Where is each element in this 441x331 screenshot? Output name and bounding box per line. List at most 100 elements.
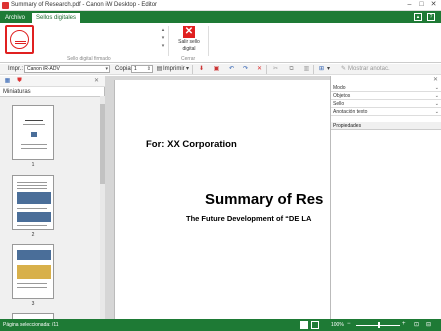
close-panel-icon[interactable]: ✕ bbox=[432, 77, 439, 84]
thumbnail-panel-header: ▦ ⛊ ✕ bbox=[0, 76, 105, 87]
chevron-down-icon: ⌄ bbox=[434, 101, 439, 107]
gallery-scroll[interactable]: ▴ ▾ ▾ bbox=[160, 26, 166, 52]
doc-subtitle: The Future Development of “DE LA bbox=[186, 214, 312, 223]
ribbon: ▴ ▾ ▾ Sello digital firmado ✕ Salir sello … bbox=[0, 23, 441, 63]
section-label: Objetos bbox=[333, 93, 351, 99]
paste-icon[interactable]: ▥ bbox=[303, 66, 310, 73]
thumbnail-list: 1 2 3 bbox=[0, 96, 100, 319]
printer-icon: ▤ bbox=[156, 66, 163, 72]
document-view[interactable]: For: XX Corporation Summary of Res The F… bbox=[105, 76, 330, 319]
ribbon-tab-bar: Archivo Sellos digitales ▴ ? bbox=[0, 11, 441, 23]
redo-icon[interactable]: ↷ bbox=[242, 66, 249, 73]
title-bar: Summary of Research.pdf - Canon iW Deskt… bbox=[0, 0, 441, 11]
tab-sellos-digitales[interactable]: Sellos digitales bbox=[32, 13, 81, 23]
chevron-down-icon: ▾ bbox=[105, 66, 108, 72]
app-icon bbox=[2, 2, 9, 9]
help-icon[interactable]: ? bbox=[427, 13, 435, 21]
section-anotacion-texto[interactable]: Anotación texto ⌄ bbox=[331, 108, 441, 116]
thumbnail-number: 3 bbox=[31, 301, 35, 307]
thumbnail-page-2[interactable] bbox=[12, 175, 54, 230]
thumb-image bbox=[17, 250, 51, 260]
printer-select[interactable]: Canon iR-ADV ▾ bbox=[24, 65, 110, 73]
toolbar-divider bbox=[192, 65, 193, 74]
group-divider bbox=[208, 26, 209, 56]
close-group-label: Cerrar bbox=[181, 56, 196, 62]
minimize-button[interactable]: – bbox=[405, 1, 414, 9]
thumb-line bbox=[17, 225, 47, 226]
thumb-line bbox=[25, 120, 43, 121]
print-button[interactable]: Imprimir bbox=[163, 66, 185, 73]
doc-recipient: For: XX Corporation bbox=[146, 139, 237, 150]
properties-panel: ✕ Modo ⌄ Objetos ⌄ Sello ⌄ Anotación texto ⌄… bbox=[330, 76, 441, 319]
section-label: Sello bbox=[333, 101, 345, 107]
view-dropdown-icon[interactable]: ▾ bbox=[325, 66, 332, 73]
single-page-view-icon[interactable] bbox=[300, 321, 308, 329]
stamp-list-icon[interactable]: ⛊ bbox=[16, 78, 23, 85]
show-annotations-toggle[interactable]: Mostrar anotac. bbox=[348, 66, 390, 73]
zoom-level: 100% bbox=[331, 322, 344, 328]
two-page-view-icon[interactable] bbox=[311, 321, 319, 329]
thumb-line bbox=[17, 287, 47, 288]
fit-page-icon[interactable]: ⊡ bbox=[414, 321, 419, 328]
thumb-line bbox=[21, 144, 47, 145]
thumb-image bbox=[17, 212, 51, 222]
close-window-button[interactable]: ✕ bbox=[429, 1, 438, 9]
stepper-icon: ⇕ bbox=[146, 66, 151, 72]
thumb-line bbox=[23, 124, 45, 125]
chevron-down-icon: ⌄ bbox=[434, 109, 439, 115]
thumbnail-page-1[interactable] bbox=[12, 105, 54, 160]
group-divider bbox=[168, 26, 169, 56]
exit-stamp-label-1: Salir sello bbox=[178, 39, 200, 45]
exit-digital-stamp-button[interactable]: ✕ Salir sello digital bbox=[175, 26, 203, 52]
printer-value: Canon iR-ADV bbox=[27, 66, 60, 72]
thumb-image bbox=[17, 192, 51, 204]
tab-archivo[interactable]: Archivo bbox=[1, 13, 29, 23]
section-objetos[interactable]: Objetos ⌄ bbox=[331, 92, 441, 100]
section-modo[interactable]: Modo ⌄ bbox=[331, 84, 441, 92]
delete-page-icon[interactable]: ▣ bbox=[213, 66, 220, 73]
thumbnail-panel-title: Miniaturas bbox=[3, 89, 31, 95]
window-title: Summary of Research.pdf - Canon iW Deskt… bbox=[11, 2, 158, 8]
thumb-line bbox=[17, 182, 47, 183]
cut-icon[interactable]: ✂ bbox=[272, 66, 279, 73]
stamp-line bbox=[15, 41, 26, 44]
thumbnail-view-icon[interactable]: ▦ bbox=[4, 78, 11, 85]
maximize-button[interactable]: □ bbox=[417, 1, 426, 9]
copy-icon[interactable]: ⧉ bbox=[288, 66, 295, 73]
signed-stamp-button[interactable] bbox=[5, 25, 34, 54]
zoom-in-icon[interactable]: + bbox=[402, 321, 406, 327]
stamp-tool-icon[interactable]: ⬇ bbox=[198, 66, 205, 73]
doc-title: Summary of Res bbox=[205, 191, 324, 208]
stamp-group-label: Sello digital firmado bbox=[67, 56, 111, 62]
thumb-line bbox=[17, 188, 47, 189]
selected-pages-status: Página seleccionada: /11 bbox=[3, 322, 59, 328]
properties-header: Propiedades bbox=[331, 122, 441, 130]
copies-value: 1 bbox=[134, 66, 137, 72]
section-label: Modo bbox=[333, 85, 346, 91]
chevron-down-icon: ⌄ bbox=[434, 93, 439, 99]
exit-stamp-label-2: digital bbox=[182, 46, 196, 52]
toolbar-divider bbox=[266, 65, 267, 74]
thumbnail-page-3[interactable] bbox=[12, 244, 54, 299]
thumb-line bbox=[17, 283, 47, 284]
stamp-icon bbox=[10, 30, 29, 49]
zoom-out-icon[interactable]: − bbox=[347, 321, 351, 327]
fit-width-icon[interactable]: ⊟ bbox=[426, 321, 431, 328]
close-panel-icon[interactable]: ✕ bbox=[93, 78, 100, 85]
delete-icon[interactable]: ✕ bbox=[256, 66, 263, 73]
thumbnail-number: 1 bbox=[31, 162, 35, 168]
ribbon-collapse-icon[interactable]: ▴ bbox=[414, 13, 422, 21]
view-options-icon[interactable]: ⊞ bbox=[318, 66, 325, 73]
thumb-line bbox=[17, 208, 47, 209]
undo-icon[interactable]: ↶ bbox=[228, 66, 235, 73]
zoom-slider-knob[interactable] bbox=[378, 322, 380, 328]
thumb-line bbox=[17, 185, 47, 186]
toolbar: Impr.: Canon iR-ADV ▾ Copias: 1 ⇕ ▤ Impr… bbox=[0, 64, 441, 75]
copies-stepper[interactable]: 1 ⇕ bbox=[131, 65, 153, 73]
thumb-image bbox=[31, 132, 37, 137]
print-dropdown-icon[interactable]: ▾ bbox=[184, 66, 191, 73]
document-page: For: XX Corporation Summary of Res The F… bbox=[114, 80, 330, 319]
thumbnail-panel: ▦ ⛊ ✕ Miniaturas 1 2 3 bbox=[0, 76, 105, 319]
toolbar-divider bbox=[313, 65, 314, 74]
section-sello[interactable]: Sello ⌄ bbox=[331, 100, 441, 108]
